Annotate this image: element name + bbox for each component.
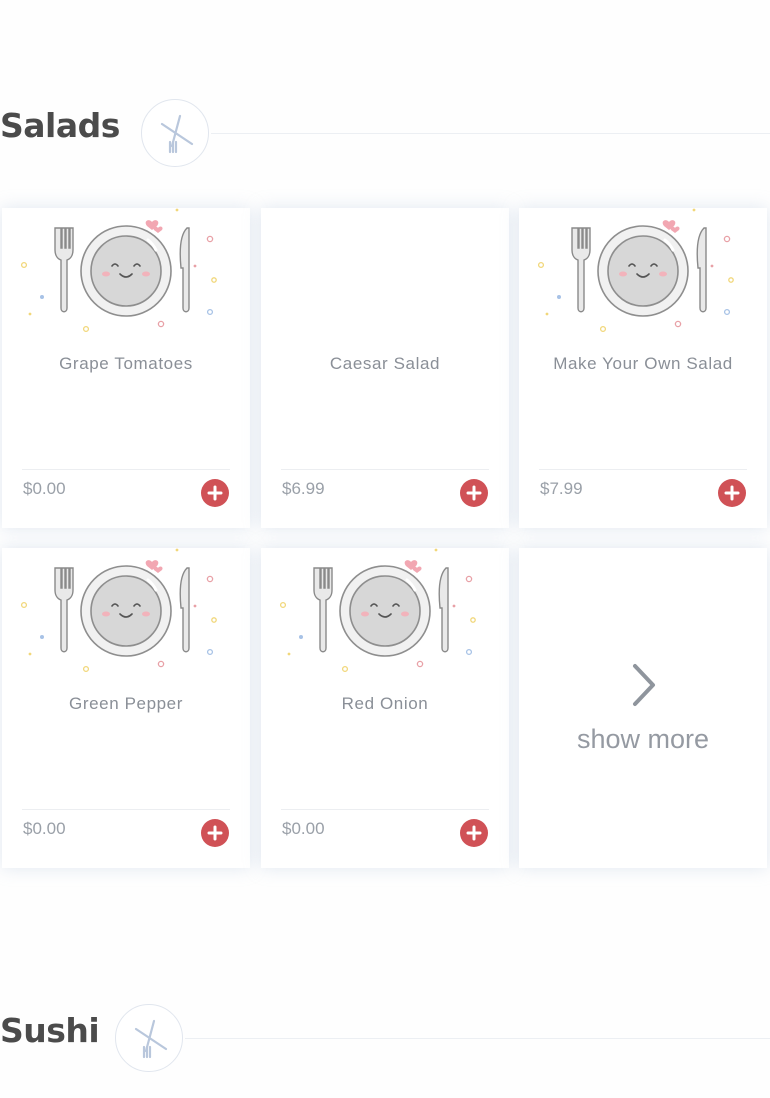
menu-item-card[interactable]: Green Pepper $0.00	[2, 548, 250, 868]
item-name: Grape Tomatoes	[59, 354, 193, 373]
section-divider	[211, 133, 770, 134]
plus-icon	[724, 485, 740, 501]
item-name: Make Your Own Salad	[553, 354, 733, 373]
item-price: $0.00	[23, 479, 66, 498]
add-to-cart-button[interactable]	[201, 819, 229, 847]
chevron-right-icon	[633, 664, 655, 706]
card-divider	[539, 469, 747, 470]
fork-knife-icon	[141, 99, 209, 167]
smiling-plate-icon	[261, 548, 509, 678]
item-price: $6.99	[282, 479, 325, 498]
section-header-salads: Salads	[0, 99, 770, 169]
item-name: Red Onion	[341, 694, 429, 713]
smiling-plate-icon	[2, 208, 250, 338]
plus-icon	[207, 485, 223, 501]
item-name: Caesar Salad	[329, 354, 441, 373]
card-divider	[281, 809, 489, 810]
item-price: $0.00	[23, 819, 66, 838]
add-to-cart-button[interactable]	[460, 479, 488, 507]
plus-icon	[207, 825, 223, 841]
show-more-label: show more	[576, 724, 710, 754]
menu-item-card[interactable]: Red Onion $0.00	[261, 548, 509, 868]
card-divider	[22, 469, 230, 470]
item-name: Green Pepper	[69, 694, 183, 713]
plus-icon	[466, 825, 482, 841]
item-price: $7.99	[540, 479, 583, 498]
menu-item-card[interactable]: Caesar Salad $6.99	[261, 208, 509, 528]
plus-icon	[466, 485, 482, 501]
section-header-sushi: Sushi	[0, 1004, 770, 1074]
smiling-plate-icon	[519, 208, 767, 338]
add-to-cart-button[interactable]	[201, 479, 229, 507]
show-more-card[interactable]: show more	[519, 548, 767, 868]
menu-item-card[interactable]: Make Your Own Salad $7.99	[519, 208, 767, 528]
item-price: $0.00	[282, 819, 325, 838]
section-divider	[185, 1038, 770, 1039]
menu-page: Salads Grape Tomatoes $0.00 Caesar Salad…	[0, 0, 770, 1098]
section-title: Sushi	[0, 1011, 100, 1050]
card-divider	[22, 809, 230, 810]
add-to-cart-button[interactable]	[718, 479, 746, 507]
add-to-cart-button[interactable]	[460, 819, 488, 847]
fork-knife-icon	[115, 1004, 183, 1072]
smiling-plate-icon	[2, 548, 250, 678]
section-title: Salads	[0, 106, 120, 145]
menu-item-card[interactable]: Grape Tomatoes $0.00	[2, 208, 250, 528]
card-divider	[281, 469, 489, 470]
